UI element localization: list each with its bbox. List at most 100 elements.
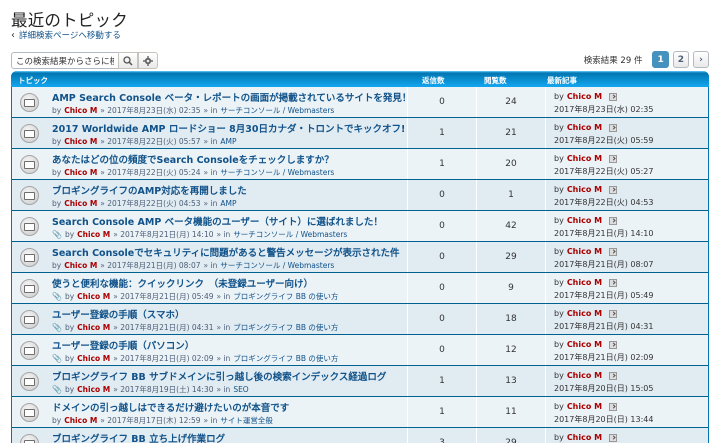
last-post-by: by Chico M [554, 185, 618, 194]
last-post-author[interactable]: Chico M [567, 185, 602, 194]
go-to-last-post-icon[interactable] [609, 278, 618, 287]
last-post-author[interactable]: Chico M [567, 92, 602, 101]
in-label: » in [216, 323, 231, 332]
topic-author[interactable]: Chico M [64, 137, 97, 146]
search-button[interactable] [118, 52, 138, 69]
topics-panel: トピック 返信数 閲覧数 最新記事 AMP Search Console ベータ… [11, 71, 709, 443]
forum-link[interactable]: サイト運営全般 [220, 415, 273, 426]
by-label: by [64, 323, 75, 332]
go-to-last-post-icon[interactable] [609, 247, 618, 256]
advanced-search-back-link[interactable]: ‹ 詳細検索ページへ移動する [11, 29, 121, 42]
in-label: » in [203, 168, 218, 177]
topic-title-link[interactable]: 使うと便利な機能：クイックリンク （未登録ユーザー向け） [52, 276, 313, 290]
gear-icon [143, 55, 153, 66]
topic-meta: 📎 by Chico M» 2017年8月19日(土) 14:30» in SEO [52, 384, 249, 395]
go-to-last-post-icon[interactable] [609, 185, 618, 194]
go-to-last-post-icon[interactable] [609, 123, 618, 132]
last-post-by: by Chico M [554, 123, 618, 132]
search-input[interactable] [11, 52, 118, 69]
by-label: by [554, 340, 564, 349]
replies-count: 0 [407, 180, 476, 210]
go-to-last-post-icon[interactable] [609, 154, 618, 163]
topic-author[interactable]: Chico M [77, 230, 110, 239]
topic-author[interactable]: Chico M [64, 106, 97, 115]
topic-cell: 使うと便利な機能：クイックリンク （未登録ユーザー向け） 📎 by Chico M» … [12, 273, 407, 303]
topic-title-link[interactable]: ブロギングライフ BB サブドメインに引っ越し後の検索インデックス経過ログ [52, 369, 386, 383]
last-post-author[interactable]: Chico M [567, 402, 602, 411]
topic-cell: Search Consoleでセキュリティに問題があると警告メッセージが表示され… [12, 242, 407, 272]
last-post-author[interactable]: Chico M [567, 340, 602, 349]
last-post-by: by Chico M [554, 309, 618, 318]
search-icon [123, 55, 133, 66]
forum-link[interactable]: SEO [233, 385, 248, 394]
views-count: 11 [476, 397, 545, 427]
go-to-last-post-icon[interactable] [609, 92, 618, 101]
last-post-by: by Chico M [554, 371, 618, 380]
topic-title-link[interactable]: ブロギングライフのAMP対応を再開しました [52, 183, 247, 197]
last-post-by: by Chico M [554, 92, 618, 101]
last-post-cell: by Chico M 2017年8月21日(月) 02:09 [545, 335, 708, 365]
last-post-author[interactable]: Chico M [567, 278, 602, 287]
go-to-last-post-icon[interactable] [609, 433, 618, 442]
advanced-search-button[interactable] [138, 52, 158, 69]
go-to-last-post-icon[interactable] [609, 340, 618, 349]
topic-author[interactable]: Chico M [64, 261, 97, 270]
last-post-date: 2017年8月21日(月) 14:10 [554, 229, 654, 238]
forum-link[interactable]: サーチコンソール / Webmasters [220, 167, 334, 178]
go-to-last-post-icon[interactable] [609, 371, 618, 380]
topic-title-link[interactable]: ブロギングライフ BB 立ち上げ作業ログ [52, 431, 225, 443]
paperclip-icon: 📎 [52, 385, 62, 394]
topic-title-link[interactable]: あなたはどの位の頻度でSearch Consoleをチェックしますか？ [52, 152, 334, 166]
topic-author[interactable]: Chico M [64, 199, 97, 208]
topic-date: » 2017年8月23日(水) 02:35 [100, 106, 201, 115]
last-post-author[interactable]: Chico M [567, 433, 602, 442]
forum-link[interactable]: ブロギングライフ BB の使い方 [233, 291, 338, 302]
column-replies: 返信数 [422, 76, 445, 85]
topic-author[interactable]: Chico M [77, 354, 110, 363]
topic-author[interactable]: Chico M [77, 385, 110, 394]
views-count: 12 [476, 335, 545, 365]
in-label: » in [216, 385, 231, 394]
last-post-author[interactable]: Chico M [567, 154, 602, 163]
go-to-last-post-icon[interactable] [609, 402, 618, 411]
views-count: 29 [476, 242, 545, 272]
last-post-author[interactable]: Chico M [567, 309, 602, 318]
topic-title-link[interactable]: 2017 Worldwide AMP ロードショー 8月30日カナダ・トロントで… [52, 121, 405, 135]
forum-link[interactable]: サーチコンソール / Webmasters [220, 105, 334, 116]
go-to-last-post-icon[interactable] [609, 216, 618, 225]
topic-title-link[interactable]: ドメインの引っ越しはできるだけ避けたいのが本音です [52, 400, 289, 414]
replies-count: 0 [407, 273, 476, 303]
topic-title-link[interactable]: ユーザー登録の手順（スマホ） [52, 307, 185, 321]
next-page-button[interactable]: › [693, 51, 709, 68]
last-post-author[interactable]: Chico M [567, 216, 602, 225]
forum-link[interactable]: サーチコンソール / Webmasters [220, 260, 334, 271]
page-1-button[interactable]: 1 [652, 51, 669, 68]
topic-title-link[interactable]: Search Console AMP ベータ機能のユーザー（サイト）に選ばれまし… [52, 214, 383, 228]
topic-title-link[interactable]: Search Consoleでセキュリティに問題があると警告メッセージが表示され… [52, 245, 399, 259]
forum-link[interactable]: AMP [220, 137, 236, 146]
topic-title-link[interactable]: ユーザー登録の手順（パソコン） [52, 338, 194, 352]
last-post-author[interactable]: Chico M [567, 371, 602, 380]
forum-link[interactable]: サーチコンソール / Webmasters [233, 229, 347, 240]
go-to-last-post-icon[interactable] [609, 309, 618, 318]
by-label: by [554, 309, 564, 318]
pagination: 検索結果 29 件 1 2 › [584, 51, 709, 68]
topic-date: » 2017年8月19日(土) 14:30 [113, 385, 214, 394]
views-count: 9 [476, 273, 545, 303]
last-post-author[interactable]: Chico M [567, 123, 602, 132]
topic-author[interactable]: Chico M [64, 168, 97, 177]
last-post-date: 2017年8月22日(火) 04:53 [554, 198, 654, 207]
page-2-button[interactable]: 2 [672, 51, 689, 68]
topic-author[interactable]: Chico M [77, 292, 110, 301]
topic-author[interactable]: Chico M [77, 323, 110, 332]
last-post-by: by Chico M [554, 340, 618, 349]
forum-link[interactable]: ブロギングライフ BB の使い方 [233, 322, 338, 333]
topic-row: ユーザー登録の手順（パソコン） 📎 by Chico M» 2017年8月21日(月)… [12, 335, 708, 366]
forum-link[interactable]: ブロギングライフ BB の使い方 [233, 353, 338, 364]
topic-title-link[interactable]: AMP Search Console ベータ・レポートの画面が掲載されているサイ… [52, 90, 411, 104]
topic-author[interactable]: Chico M [64, 416, 97, 425]
forum-link[interactable]: AMP [220, 199, 236, 208]
chevron-left-icon: ‹ [11, 29, 15, 41]
last-post-author[interactable]: Chico M [567, 247, 602, 256]
topic-date: » 2017年8月21日(月) 05:49 [113, 292, 214, 301]
